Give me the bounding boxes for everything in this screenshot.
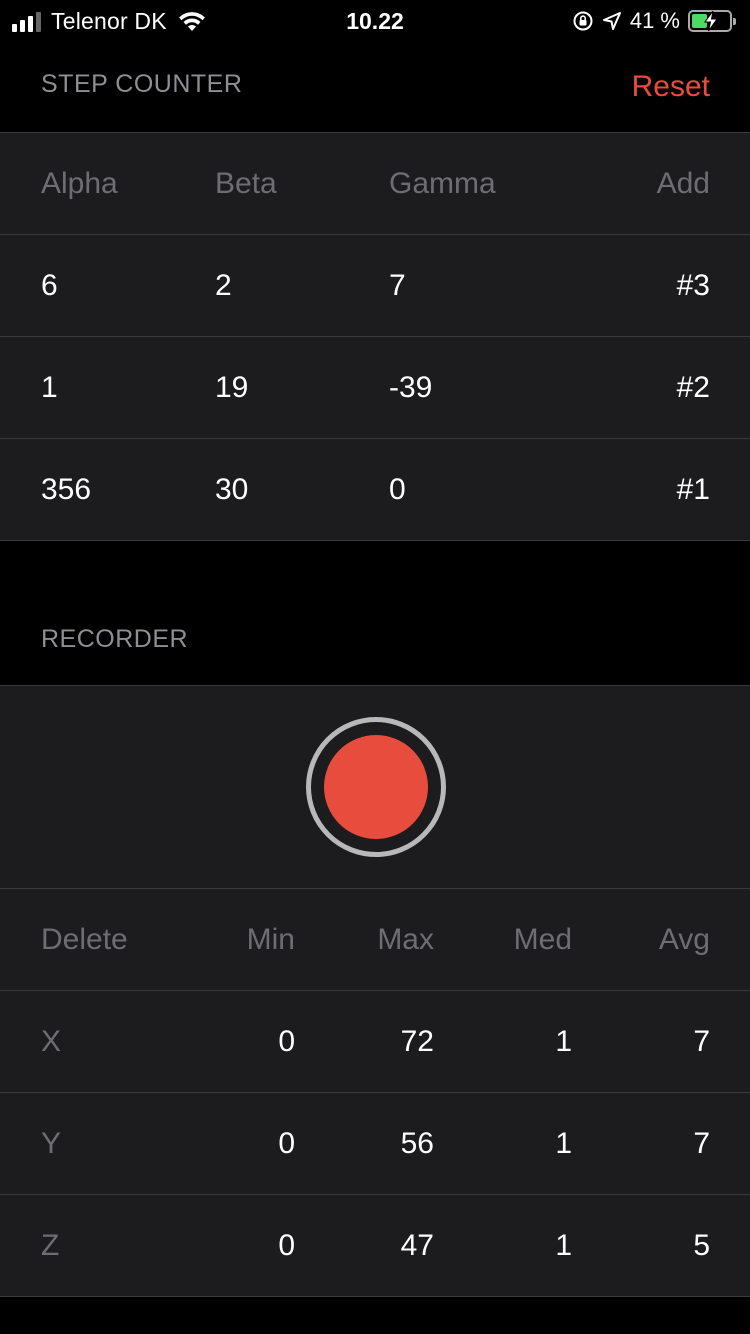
column-header-gamma: Gamma [389,167,496,200]
step-counter-header: STEP COUNTER Reset [0,44,750,132]
battery-icon [688,10,736,32]
gamma-value: -39 [389,371,433,404]
orientation-lock-icon [573,11,593,31]
reset-button[interactable]: Reset [632,70,710,104]
step-counter-header-row: Alpha Beta Gamma Add [0,133,750,235]
battery-percentage: 41 % [629,8,680,33]
record-button-row [0,686,750,889]
column-header-alpha: Alpha [41,167,118,200]
table-row: 6 2 7 #3 [0,235,750,337]
med-value: 1 [555,1229,572,1262]
max-value: 72 [400,1025,434,1058]
record-icon [324,735,428,839]
table-row: Z 0 47 1 5 [0,1195,750,1297]
recorder-header-row: Delete Min Max Med Avg [0,889,750,991]
location-arrow-icon [602,12,621,30]
step-counter-title: STEP COUNTER [41,70,243,98]
beta-value: 19 [215,371,249,404]
column-header-max: Max [377,923,434,956]
table-row: X 0 72 1 7 [0,991,750,1093]
min-value: 0 [278,1229,295,1262]
column-header-min: Min [246,923,295,956]
recorder-title: RECORDER [41,625,189,653]
table-row: Y 0 56 1 7 [0,1093,750,1195]
record-button[interactable] [306,717,446,857]
alpha-value: 356 [41,473,92,506]
gamma-value: 7 [389,269,406,302]
entry-id: #3 [676,269,710,302]
axis-label: Z [41,1229,60,1262]
beta-value: 30 [215,473,249,506]
table-row: 356 30 0 #1 [0,439,750,541]
recorder-table: Delete Min Max Med Avg X 0 72 1 7 Y 0 56… [0,685,750,1297]
entry-id: #2 [676,371,710,404]
max-value: 56 [400,1127,434,1160]
entry-id: #1 [676,473,710,506]
table-row: 1 19 -39 #2 [0,337,750,439]
axis-label: X [41,1025,62,1058]
min-value: 0 [278,1025,295,1058]
avg-value: 7 [693,1127,710,1160]
delete-button[interactable]: Delete [41,889,128,991]
max-value: 47 [400,1229,434,1262]
recorder-header: RECORDER [0,541,750,686]
axis-label: Y [41,1127,62,1160]
gamma-value: 0 [389,473,406,506]
column-header-beta: Beta [215,167,277,200]
alpha-value: 1 [41,371,58,404]
add-button[interactable]: Add [657,133,710,235]
med-value: 1 [555,1025,572,1058]
status-bar: Telenor DK 10.22 41 % [0,0,750,44]
status-right: 41 % [572,8,736,34]
beta-value: 2 [215,269,232,302]
charging-bolt-icon [704,10,718,32]
min-value: 0 [278,1127,295,1160]
column-header-avg: Avg [658,923,710,956]
avg-value: 5 [693,1229,710,1262]
step-counter-table: Alpha Beta Gamma Add 6 2 7 #3 1 19 -39 #… [0,132,750,541]
column-header-med: Med [513,923,572,956]
med-value: 1 [555,1127,572,1160]
alpha-value: 6 [41,269,58,302]
avg-value: 7 [693,1025,710,1058]
